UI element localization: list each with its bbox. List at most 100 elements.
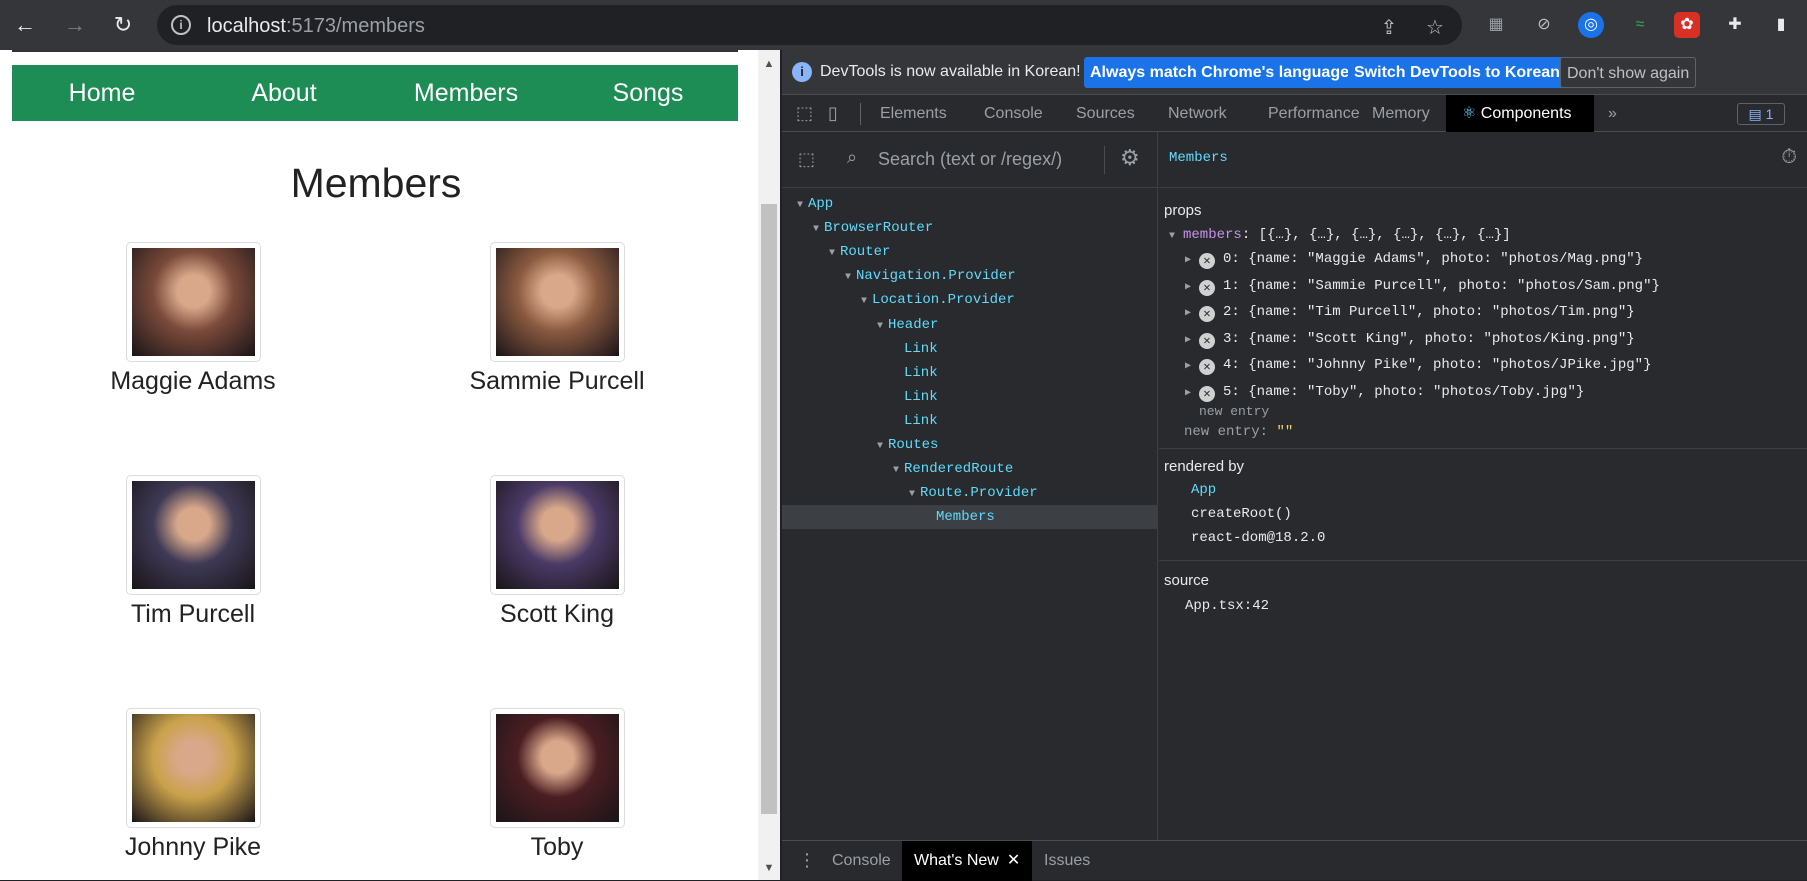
- section-divider: [1159, 560, 1807, 561]
- members-prop[interactable]: ▼ members: [{…}, {…}, {…}, {…}, {…}, {…}]: [1169, 227, 1511, 243]
- expand-caret-icon[interactable]: ▶: [1185, 307, 1199, 319]
- devtools-panel: i DevTools is now available in Korean! A…: [782, 50, 1807, 881]
- tree-node[interactable]: Members: [782, 505, 1158, 530]
- page-scrollbar[interactable]: ▲ ▼: [758, 50, 780, 880]
- switch-to-korean-button[interactable]: Switch DevTools to Korean: [1348, 57, 1566, 88]
- tree-node-label: Header: [888, 316, 939, 333]
- stopwatch-icon[interactable]: ⏱: [1781, 146, 1797, 169]
- delete-entry-icon[interactable]: ✕: [1199, 306, 1215, 323]
- share-icon[interactable]: ⇪: [1377, 15, 1401, 40]
- expand-caret-icon[interactable]: ▶: [1185, 387, 1199, 399]
- expand-caret-icon[interactable]: ▶: [1185, 360, 1199, 372]
- members-entry[interactable]: ▶ ✕ 3: {name: "Scott King", photo: "photos…: [1185, 331, 1635, 349]
- tree-node[interactable]: ▼ App: [782, 192, 1158, 216]
- component-search-input[interactable]: [878, 144, 1108, 174]
- nav-link-about[interactable]: About: [194, 79, 374, 108]
- collapse-caret-icon[interactable]: ▼: [888, 459, 904, 483]
- new-entry-inner[interactable]: new entry: [1199, 404, 1269, 419]
- members-entry[interactable]: ▶ ✕ 5: {name: "Toby", photo: "photos/Toby.…: [1185, 384, 1584, 402]
- tree-node[interactable]: ▼ Router: [782, 240, 1158, 264]
- forward-icon[interactable]: →: [60, 10, 90, 40]
- delete-entry-icon[interactable]: ✕: [1199, 253, 1215, 269]
- tree-node[interactable]: ▼ Location.Provider: [782, 288, 1158, 312]
- members-entry[interactable]: ▶ ✕ 2: {name: "Tim Purcell", photo: "photo…: [1185, 304, 1635, 323]
- entry-text: 3: {name: "Scott King", photo: "photos/K…: [1223, 330, 1635, 347]
- address-bar[interactable]: i localhost:5173/members ⇪ ☆: [157, 5, 1462, 45]
- collapse-caret-icon[interactable]: ▼: [872, 315, 888, 339]
- side-panel-icon[interactable]: ▮: [1768, 12, 1794, 38]
- tab-performance[interactable]: Performance: [1258, 95, 1370, 132]
- tree-node[interactable]: ▼ Navigation.Provider: [782, 264, 1158, 288]
- members-entry[interactable]: ▶ ✕ 0: {name: "Maggie Adams", photo: "phot…: [1185, 251, 1643, 269]
- site-info-icon[interactable]: i: [171, 15, 191, 35]
- delete-entry-icon[interactable]: ✕: [1199, 359, 1215, 376]
- source-location[interactable]: App.tsx:42: [1185, 598, 1269, 614]
- back-icon[interactable]: ←: [10, 10, 40, 40]
- collapse-caret-icon[interactable]: ▼: [792, 194, 808, 218]
- collapse-caret-icon[interactable]: ▼: [824, 242, 840, 266]
- tree-node-label: App: [808, 196, 834, 212]
- members-entry[interactable]: ▶ ✕ 1: {name: "Sammie Purcell", photo: "ph…: [1185, 278, 1660, 296]
- extensions-puzzle-icon[interactable]: ✚: [1722, 12, 1748, 38]
- delete-entry-icon[interactable]: ✕: [1199, 386, 1215, 402]
- member-photo: [495, 248, 619, 356]
- tree-node[interactable]: Link: [782, 385, 1158, 409]
- select-element-icon[interactable]: ⬚: [798, 149, 820, 171]
- tab-elements[interactable]: Elements: [870, 95, 957, 132]
- tab-components[interactable]: ⚛ Components: [1446, 95, 1594, 132]
- tree-node[interactable]: ▼ BrowserRouter: [782, 216, 1158, 240]
- scroll-down-icon[interactable]: ▼: [763, 862, 775, 874]
- collapse-caret-icon[interactable]: ▼: [808, 218, 824, 242]
- tree-node[interactable]: ▼ RenderedRoute: [782, 457, 1158, 481]
- close-icon[interactable]: ✕: [1007, 852, 1020, 869]
- url-text[interactable]: localhost:5173/members: [207, 15, 425, 38]
- nav-link-members[interactable]: Members: [376, 79, 556, 108]
- collapse-caret-icon[interactable]: ▼: [904, 483, 920, 507]
- browser-toolbar: ← → ↻ i localhost:5173/members ⇪ ☆ ▦ ⊘ ◎…: [0, 0, 1807, 50]
- nav-link-home[interactable]: Home: [12, 79, 192, 108]
- search-separator: [1104, 146, 1105, 174]
- bookmark-star-icon[interactable]: ☆: [1423, 15, 1447, 40]
- drawer-tab-console[interactable]: Console: [820, 841, 903, 881]
- dont-show-again-button[interactable]: Don't show again: [1560, 57, 1697, 88]
- tree-node[interactable]: Link: [782, 409, 1158, 433]
- nav-link-songs[interactable]: Songs: [558, 79, 738, 108]
- drawer-tab-issues[interactable]: Issues: [1032, 841, 1102, 881]
- expand-caret-icon[interactable]: ▶: [1185, 254, 1199, 266]
- scroll-up-icon[interactable]: ▲: [763, 58, 775, 70]
- new-entry-outer[interactable]: new entry: "": [1184, 424, 1293, 440]
- delete-entry-icon[interactable]: ✕: [1199, 332, 1215, 349]
- collapse-caret-icon[interactable]: ▼: [856, 290, 872, 314]
- tree-node[interactable]: Link: [782, 361, 1158, 385]
- delete-entry-icon[interactable]: ✕: [1199, 279, 1215, 296]
- tab-memory[interactable]: Memory: [1362, 95, 1440, 132]
- gear-icon[interactable]: ⚙: [1120, 145, 1140, 171]
- search-icon: ⌕: [847, 147, 858, 167]
- drawer-tab-whats-new[interactable]: What's New ✕: [902, 841, 1033, 881]
- tab-console[interactable]: Console: [974, 95, 1053, 132]
- members-entry[interactable]: ▶ ✕ 4: {name: "Johnny Pike", photo: "photo…: [1185, 357, 1651, 376]
- always-match-language-button[interactable]: Always match Chrome's language: [1084, 57, 1355, 88]
- issues-badge[interactable]: ▤ 1: [1737, 103, 1785, 125]
- tree-node[interactable]: ▼ Routes: [782, 433, 1158, 457]
- more-tabs-icon[interactable]: »: [1598, 95, 1627, 132]
- device-toolbar-icon[interactable]: ▯: [818, 95, 848, 132]
- extension-icon[interactable]: ▦: [1483, 12, 1509, 38]
- more-options-icon[interactable]: ⋮: [798, 850, 816, 871]
- extension-circle-icon[interactable]: ◎: [1578, 12, 1604, 38]
- extension-wave-icon[interactable]: ≈: [1627, 12, 1653, 38]
- extension-paw-icon[interactable]: ✿: [1674, 12, 1700, 38]
- tree-node[interactable]: Link: [782, 337, 1158, 361]
- collapse-caret-icon[interactable]: ▼: [840, 266, 856, 290]
- extension-compass-icon[interactable]: ⊘: [1531, 12, 1557, 38]
- reload-icon[interactable]: ↻: [108, 10, 138, 40]
- tree-node[interactable]: ▼ Header: [782, 313, 1158, 337]
- rendered-by-app[interactable]: App: [1191, 482, 1216, 498]
- expand-caret-icon[interactable]: ▶: [1185, 281, 1199, 293]
- scrollbar-thumb[interactable]: [761, 204, 777, 814]
- tree-node[interactable]: ▼ Route.Provider: [782, 481, 1158, 505]
- expand-caret-icon[interactable]: ▶: [1185, 334, 1199, 346]
- tab-network[interactable]: Network: [1158, 95, 1237, 132]
- collapse-caret-icon[interactable]: ▼: [872, 435, 888, 459]
- tab-sources[interactable]: Sources: [1066, 95, 1145, 132]
